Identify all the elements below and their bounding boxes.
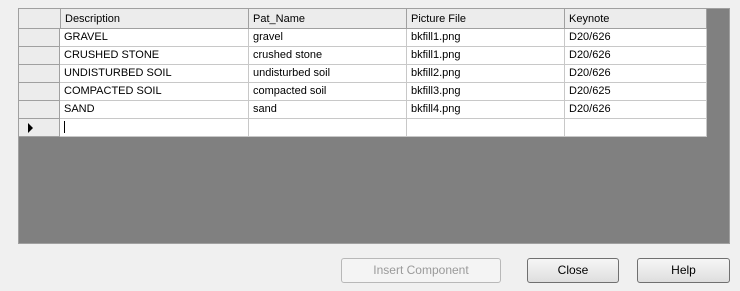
new-row-header[interactable] [19, 119, 60, 137]
grid-header-row: Description Pat_Name Picture File Keynot… [19, 9, 707, 30]
row-header[interactable] [19, 101, 60, 119]
cell-pat-name[interactable]: sand [249, 101, 407, 119]
close-button[interactable]: Close [527, 258, 619, 283]
new-row-pat-name-cell[interactable] [249, 119, 407, 137]
cell-description[interactable]: GRAVEL [60, 29, 249, 47]
cell-description[interactable]: COMPACTED SOIL [60, 83, 249, 101]
new-row-picture-file-cell[interactable] [407, 119, 565, 137]
cell-picture-file[interactable]: bkfill2.png [407, 65, 565, 83]
row-pointer-arrow-icon [28, 123, 33, 133]
cell-description[interactable]: SAND [60, 101, 249, 119]
grid-corner-header[interactable] [19, 9, 61, 29]
cell-description[interactable]: UNDISTURBED SOIL [60, 65, 249, 83]
patterns-data-grid[interactable]: Description Pat_Name Picture File Keynot… [18, 8, 730, 244]
cell-picture-file[interactable]: bkfill1.png [407, 29, 565, 47]
cell-pat-name[interactable]: compacted soil [249, 83, 407, 101]
cell-keynote[interactable]: D20/626 [565, 47, 707, 65]
cell-pat-name[interactable]: crushed stone [249, 47, 407, 65]
cell-picture-file[interactable]: bkfill4.png [407, 101, 565, 119]
cell-pat-name[interactable]: gravel [249, 29, 407, 47]
row-header[interactable] [19, 65, 60, 83]
help-button[interactable]: Help [637, 258, 730, 283]
column-header-picture-file[interactable]: Picture File [407, 9, 565, 29]
row-header[interactable] [19, 29, 60, 47]
new-row-keynote-cell[interactable] [565, 119, 707, 137]
cell-keynote[interactable]: D20/626 [565, 101, 707, 119]
cell-description[interactable]: CRUSHED STONE [60, 47, 249, 65]
column-header-pat-name[interactable]: Pat_Name [249, 9, 407, 29]
column-header-keynote[interactable]: Keynote [565, 9, 707, 29]
column-header-description[interactable]: Description [61, 9, 249, 29]
cell-picture-file[interactable]: bkfill3.png [407, 83, 565, 101]
cell-keynote[interactable]: D20/625 [565, 83, 707, 101]
insert-component-button[interactable]: Insert Component [341, 258, 501, 283]
row-header[interactable] [19, 83, 60, 101]
cell-keynote[interactable]: D20/626 [565, 65, 707, 83]
cell-keynote[interactable]: D20/626 [565, 29, 707, 47]
cell-pat-name[interactable]: undisturbed soil [249, 65, 407, 83]
new-row-description-cell[interactable] [60, 119, 249, 137]
text-cursor [64, 121, 65, 134]
cell-picture-file[interactable]: bkfill1.png [407, 47, 565, 65]
row-header[interactable] [19, 47, 60, 65]
